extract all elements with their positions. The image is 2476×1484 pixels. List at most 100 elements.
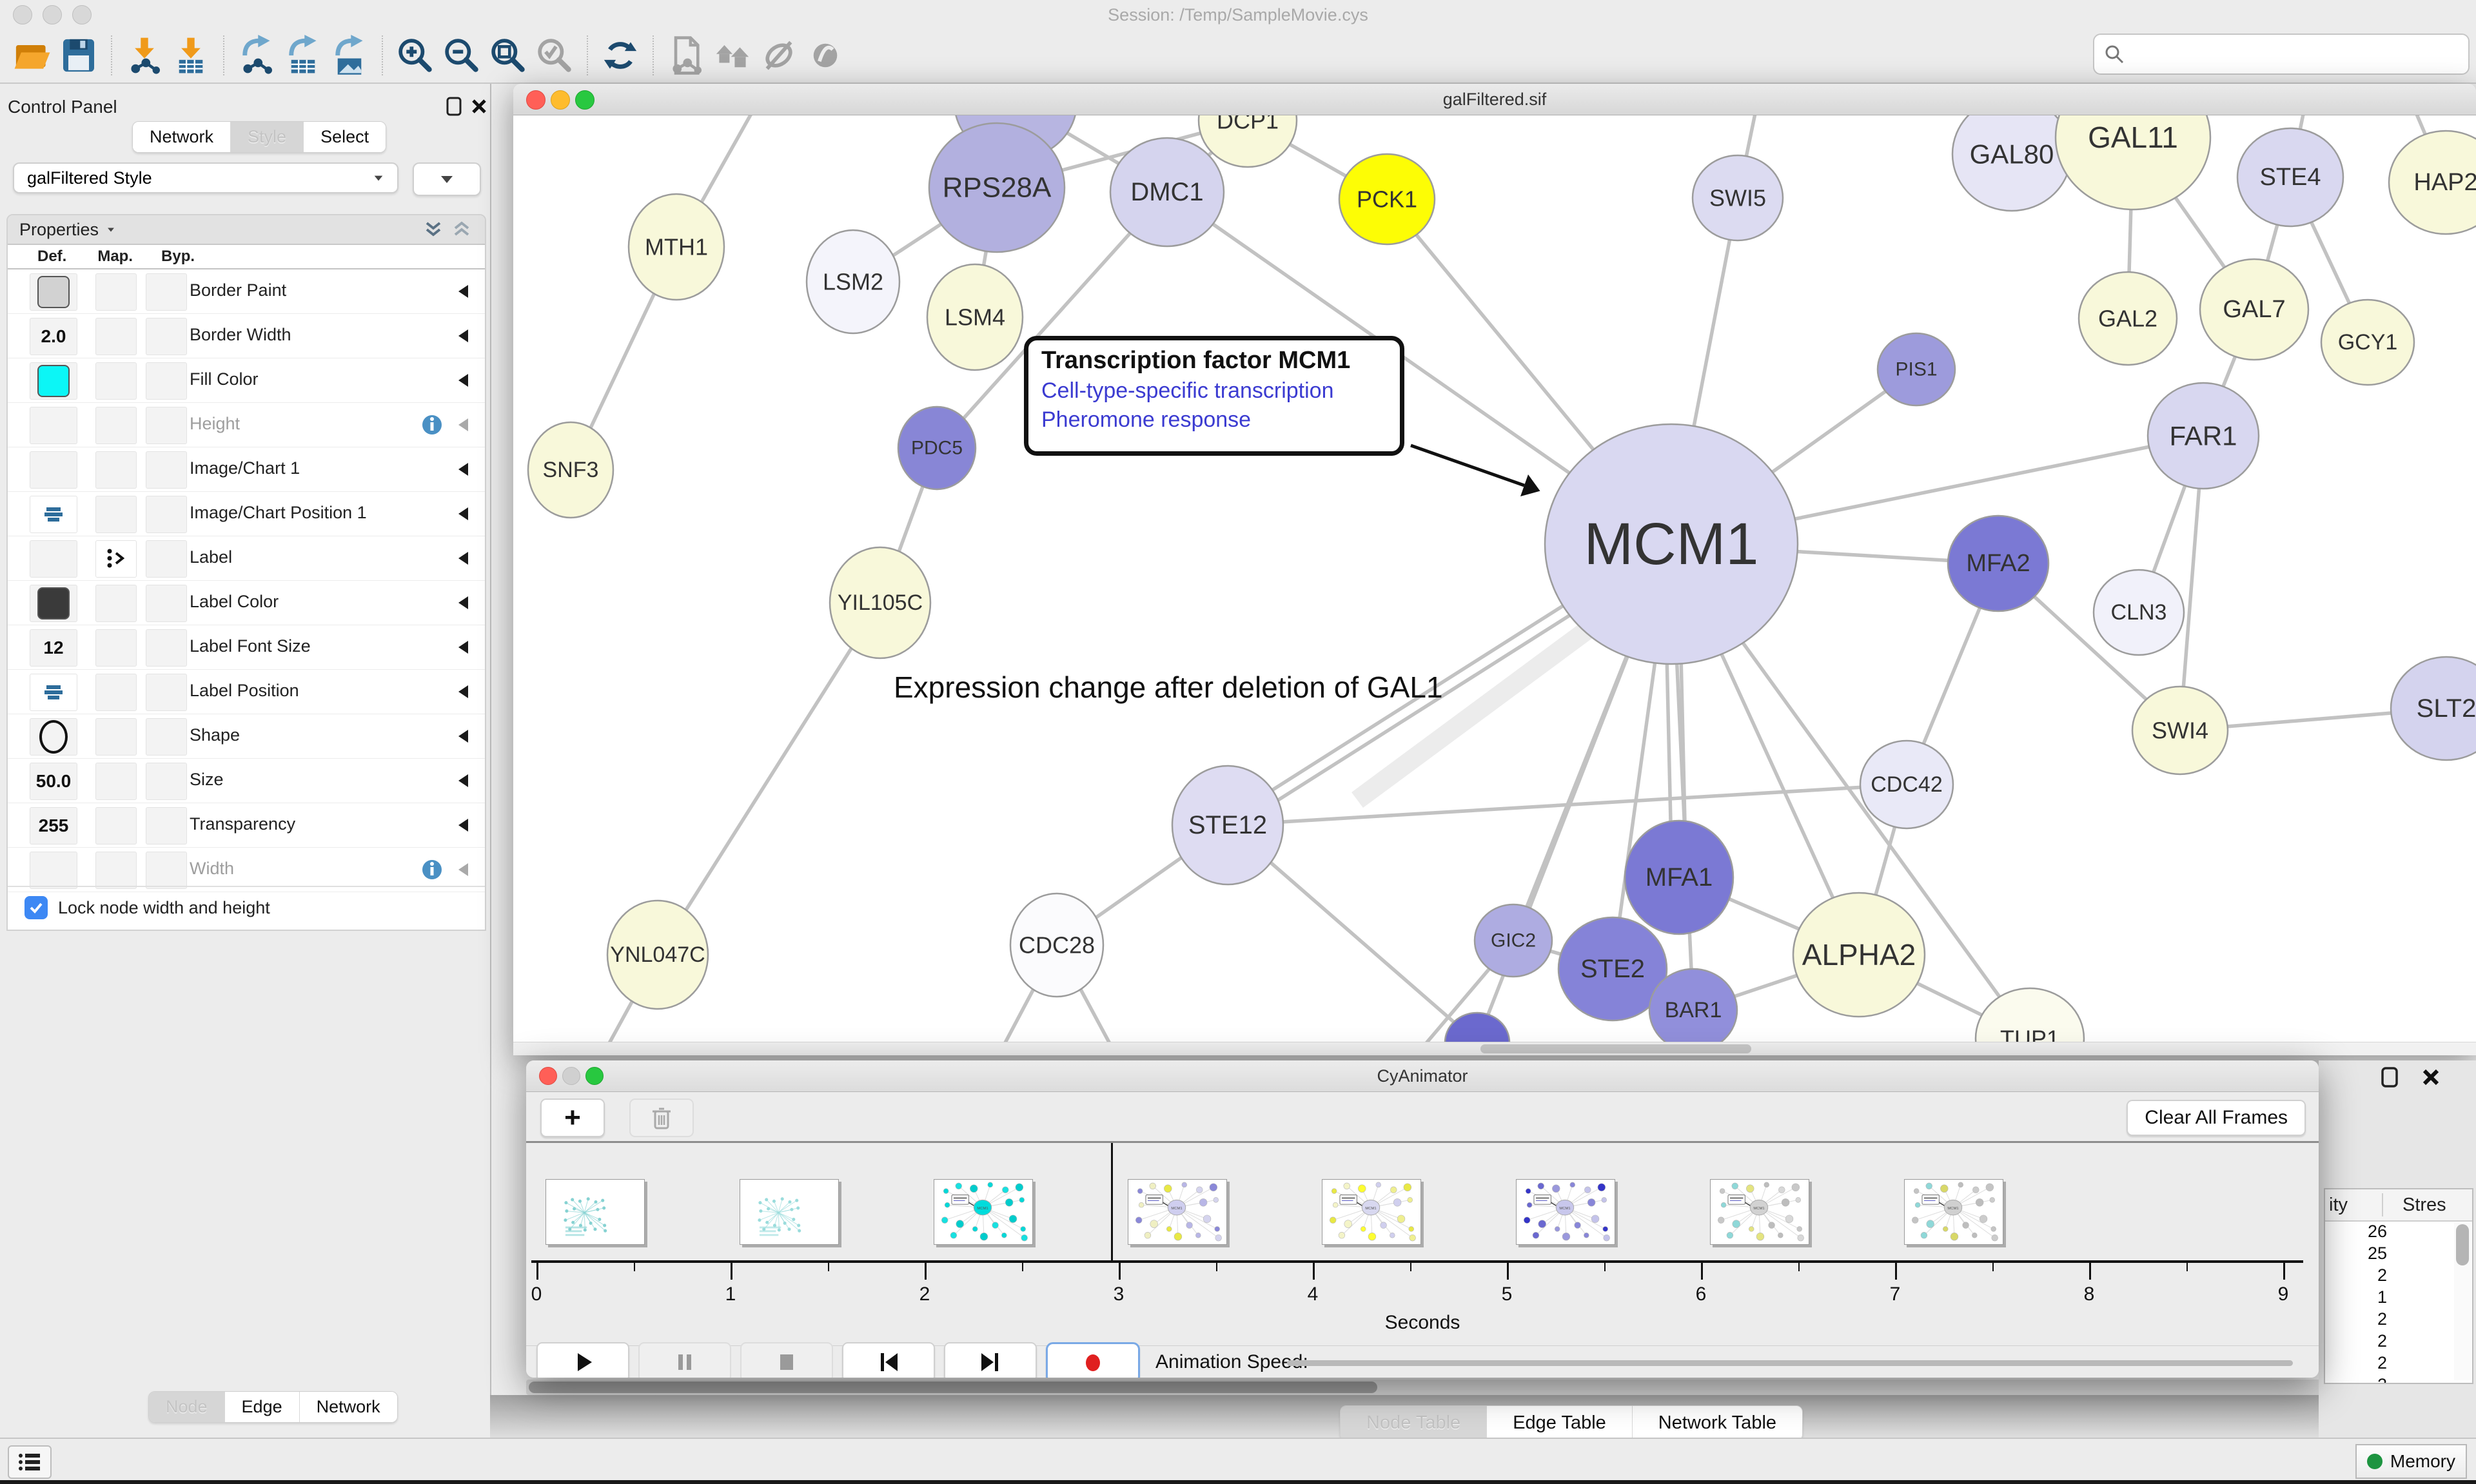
zoom-icon[interactable] bbox=[575, 90, 594, 110]
frames-timeline[interactable]: Seconds 0 1 2 3 4 5 6 7 8 9MCM1MCM1MCM1M… bbox=[526, 1143, 2319, 1345]
zoom-selected-icon[interactable] bbox=[531, 35, 578, 76]
session-homes-icon[interactable] bbox=[709, 35, 756, 76]
property-row-image-chart-1[interactable]: Image/Chart 1 bbox=[8, 447, 485, 492]
table-vscrollbar[interactable] bbox=[2454, 1223, 2471, 1380]
close-panel-icon[interactable] bbox=[468, 95, 490, 117]
property-row-size[interactable]: 50.0 Size bbox=[8, 759, 485, 803]
property-row-label[interactable]: Label bbox=[8, 536, 485, 581]
search-box[interactable] bbox=[2093, 34, 2470, 75]
cyanimator-titlebar[interactable]: CyAnimator bbox=[526, 1060, 2319, 1092]
pause-button[interactable] bbox=[638, 1342, 731, 1378]
property-row-label-position[interactable]: Label Position bbox=[8, 670, 485, 714]
tab-style[interactable]: Style bbox=[231, 122, 304, 152]
tab-network-style[interactable]: Network bbox=[300, 1392, 397, 1422]
scrollbar-thumb[interactable] bbox=[529, 1381, 1377, 1393]
zoom-fit-icon[interactable] bbox=[485, 35, 531, 76]
table-row[interactable]: 25 bbox=[2325, 1244, 2472, 1265]
frame-thumbnail-8[interactable]: MCM1 bbox=[1904, 1179, 2003, 1245]
play-button[interactable] bbox=[536, 1342, 629, 1378]
style-options-button[interactable] bbox=[413, 162, 481, 196]
frame-thumbnail-3[interactable]: MCM1 bbox=[934, 1179, 1033, 1245]
export-table-icon[interactable] bbox=[280, 35, 326, 76]
expand-all-icon[interactable] bbox=[422, 218, 445, 241]
property-row-label-color[interactable]: Label Color bbox=[8, 581, 485, 625]
stop-button[interactable] bbox=[740, 1342, 833, 1378]
node-stats-table[interactable]: ity Stres 26252122222 bbox=[2324, 1188, 2473, 1384]
table-row[interactable]: 2 bbox=[2325, 1375, 2472, 1384]
duplicate-view-icon[interactable] bbox=[663, 35, 709, 76]
properties-header[interactable]: Properties bbox=[8, 215, 485, 245]
delete-frame-button[interactable] bbox=[629, 1098, 694, 1137]
scrollbar-thumb[interactable] bbox=[2456, 1224, 2469, 1265]
graphics-details-off-icon[interactable] bbox=[756, 35, 802, 76]
tab-node[interactable]: Node bbox=[149, 1392, 225, 1422]
tab-node-table[interactable]: Node Table bbox=[1341, 1406, 1487, 1440]
speed-slider[interactable] bbox=[1287, 1360, 2293, 1366]
table-row[interactable]: 1 bbox=[2325, 1287, 2472, 1309]
network-graph[interactable]: DCP1RPS28ADMC1PCK1SWI5GAL80GAL11STE4HAP2… bbox=[513, 115, 2476, 1055]
expand-property-icon[interactable] bbox=[458, 596, 468, 609]
expand-property-icon[interactable] bbox=[458, 774, 468, 787]
zoom-out-icon[interactable] bbox=[438, 35, 485, 76]
expand-property-icon[interactable] bbox=[458, 819, 468, 832]
tab-select[interactable]: Select bbox=[304, 122, 386, 152]
col-stress[interactable]: Stres bbox=[2402, 1195, 2446, 1216]
property-row-image-chart-position-1[interactable]: Image/Chart Position 1 bbox=[8, 492, 485, 536]
float-panel-icon[interactable] bbox=[2378, 1066, 2401, 1089]
frame-thumbnail-6[interactable]: MCM1 bbox=[1516, 1179, 1615, 1245]
close-icon[interactable] bbox=[539, 1067, 557, 1085]
open-session-icon[interactable] bbox=[9, 35, 55, 76]
table-row[interactable]: 2 bbox=[2325, 1309, 2472, 1331]
network-hscrollbar[interactable] bbox=[513, 1042, 2476, 1055]
info-icon[interactable] bbox=[420, 858, 444, 884]
float-panel-icon[interactable] bbox=[444, 95, 466, 117]
close-icon[interactable] bbox=[526, 90, 545, 110]
style-select[interactable]: galFiltered Style bbox=[13, 162, 398, 193]
refresh-view-icon[interactable] bbox=[597, 35, 644, 76]
tab-edge[interactable]: Edge bbox=[225, 1392, 300, 1422]
expand-property-icon[interactable] bbox=[458, 641, 468, 654]
zoom-icon[interactable] bbox=[585, 1067, 604, 1085]
export-network-icon[interactable] bbox=[233, 35, 280, 76]
info-icon[interactable] bbox=[420, 413, 444, 440]
expand-property-icon[interactable] bbox=[458, 685, 468, 698]
add-frame-button[interactable]: + bbox=[540, 1098, 605, 1137]
frame-thumbnail-2[interactable] bbox=[740, 1179, 839, 1245]
expand-property-icon[interactable] bbox=[458, 552, 468, 565]
table-hscrollbar[interactable] bbox=[526, 1380, 2321, 1395]
record-button[interactable] bbox=[1046, 1342, 1140, 1378]
task-history-button[interactable] bbox=[8, 1445, 52, 1479]
minimize-icon[interactable] bbox=[562, 1067, 580, 1085]
table-row[interactable]: 2 bbox=[2325, 1265, 2472, 1287]
property-row-fill-color[interactable]: Fill Color bbox=[8, 358, 485, 403]
annotation-link-1[interactable]: Cell-type-specific transcription bbox=[1041, 378, 1387, 404]
minimize-icon[interactable] bbox=[551, 90, 570, 110]
clear-all-frames-button[interactable]: Clear All Frames bbox=[2127, 1100, 2306, 1136]
tab-network-table[interactable]: Network Table bbox=[1633, 1406, 1802, 1440]
network-canvas[interactable]: DCP1RPS28ADMC1PCK1SWI5GAL80GAL11STE4HAP2… bbox=[513, 115, 2476, 1055]
collapse-all-icon[interactable] bbox=[450, 218, 473, 241]
playhead[interactable] bbox=[1111, 1143, 1113, 1263]
tab-edge-table[interactable]: Edge Table bbox=[1487, 1406, 1633, 1440]
property-row-border-width[interactable]: 2.0 Border Width bbox=[8, 314, 485, 358]
network-window-titlebar[interactable]: galFiltered.sif bbox=[513, 84, 2476, 115]
table-row[interactable]: 2 bbox=[2325, 1331, 2472, 1353]
graphics-details-on-icon[interactable] bbox=[802, 35, 849, 76]
search-input[interactable] bbox=[2125, 44, 2444, 65]
lock-size-checkbox[interactable] bbox=[25, 896, 48, 919]
property-row-border-paint[interactable]: Border Paint bbox=[8, 269, 485, 314]
zoom-in-icon[interactable] bbox=[392, 35, 438, 76]
frame-thumbnail-1[interactable] bbox=[545, 1179, 645, 1245]
expand-property-icon[interactable] bbox=[458, 329, 468, 342]
memory-button[interactable]: Memory bbox=[2355, 1444, 2467, 1479]
default-swatch[interactable] bbox=[37, 587, 70, 620]
default-swatch[interactable] bbox=[37, 276, 70, 308]
skip-to-start-button[interactable] bbox=[842, 1342, 935, 1378]
expand-property-icon[interactable] bbox=[458, 285, 468, 298]
table-row[interactable]: 2 bbox=[2325, 1353, 2472, 1375]
export-image-icon[interactable] bbox=[326, 35, 373, 76]
tab-network[interactable]: Network bbox=[133, 122, 231, 152]
frame-thumbnail-7[interactable]: MCM1 bbox=[1710, 1179, 1809, 1245]
close-panel-icon[interactable] bbox=[2419, 1066, 2442, 1089]
save-session-icon[interactable] bbox=[55, 35, 102, 76]
